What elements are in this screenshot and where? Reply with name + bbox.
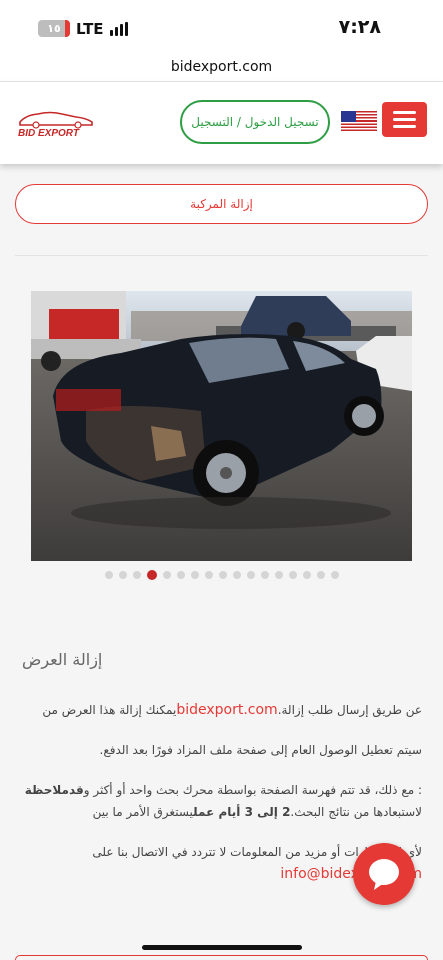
battery-label: ١٥ [47, 22, 61, 35]
carousel-dot[interactable] [132, 571, 141, 579]
chat-button[interactable] [353, 843, 415, 905]
para3-part-c: لاستبعادها من نتائج البحث. [290, 805, 422, 819]
section-heading: إزالة العرض [22, 650, 103, 669]
divider [15, 255, 428, 256]
clock: ٧:٢٨ [338, 16, 381, 38]
battery-icon: ١٥ [38, 20, 70, 37]
carousel-dot[interactable] [190, 571, 199, 579]
status-bar: ١٥ LTE ٧:٢٨ [0, 0, 443, 56]
carousel-dot[interactable] [104, 571, 113, 579]
carousel-dot[interactable] [176, 571, 185, 579]
carousel-dot[interactable] [316, 571, 325, 579]
carousel-dot[interactable] [162, 571, 171, 579]
vehicle-photo[interactable] [31, 291, 412, 561]
signal-icon [110, 22, 132, 36]
network-label: LTE [76, 20, 104, 38]
login-register-button[interactable]: تسجيل الدخول / التسجيل [180, 100, 330, 144]
carousel-dot-active[interactable] [146, 570, 157, 580]
next-button-edge[interactable] [15, 955, 428, 960]
para3-days: 2 إلى 3 أيام عمل [193, 805, 291, 819]
carousel-dot[interactable] [330, 571, 339, 579]
para3-part-a: : مع ذلك، قد تتم فهرسة الصفحة بواسطة محر… [83, 783, 422, 797]
carousel-dot[interactable] [232, 571, 241, 579]
para3-note: قدملاحظة [24, 783, 84, 797]
us-flag-icon[interactable] [341, 111, 377, 131]
chat-bubble-icon [369, 859, 399, 890]
damaged-black-sedan-photo [31, 291, 412, 561]
logo-text: BID EXPORT [18, 128, 80, 139]
carousel-dot[interactable] [246, 571, 255, 579]
carousel-dot[interactable] [274, 571, 283, 579]
removal-paragraph-2: سيتم تعطيل الوصول العام إلى صفحة ملف الم… [99, 743, 422, 757]
site-header: BID EXPORT تسجيل الدخول / التسجيل [0, 82, 443, 164]
carousel-dot[interactable] [288, 571, 297, 579]
para3-part-e: يستغرق الأمر ما بين [92, 805, 194, 819]
carousel-dots [0, 570, 443, 581]
carousel-dot[interactable] [204, 571, 213, 579]
removal-paragraph-1: عن طريق إرسال طلب إزالة.bidexport.comيمك… [22, 699, 422, 721]
carousel-dot[interactable] [218, 571, 227, 579]
hamburger-icon[interactable] [382, 102, 427, 137]
remove-vehicle-button[interactable]: إزالة المركبة [15, 184, 428, 224]
carousel-dot[interactable] [260, 571, 269, 579]
para1-prefix: عن طريق إرسال طلب إزالة. [277, 703, 422, 717]
removal-paragraph-3: : مع ذلك، قد تتم فهرسة الصفحة بواسطة محر… [22, 779, 422, 823]
para1-suffix: يمكنك إزالة هذا العرض من [42, 703, 177, 717]
home-indicator[interactable] [142, 945, 302, 950]
bid-export-logo[interactable]: BID EXPORT [14, 107, 100, 139]
carousel-dot[interactable] [302, 571, 311, 579]
bidexport-link[interactable]: bidexport.com [176, 702, 277, 718]
carousel-dot[interactable] [118, 571, 127, 579]
url-bar[interactable]: bidexport.com [0, 56, 443, 82]
